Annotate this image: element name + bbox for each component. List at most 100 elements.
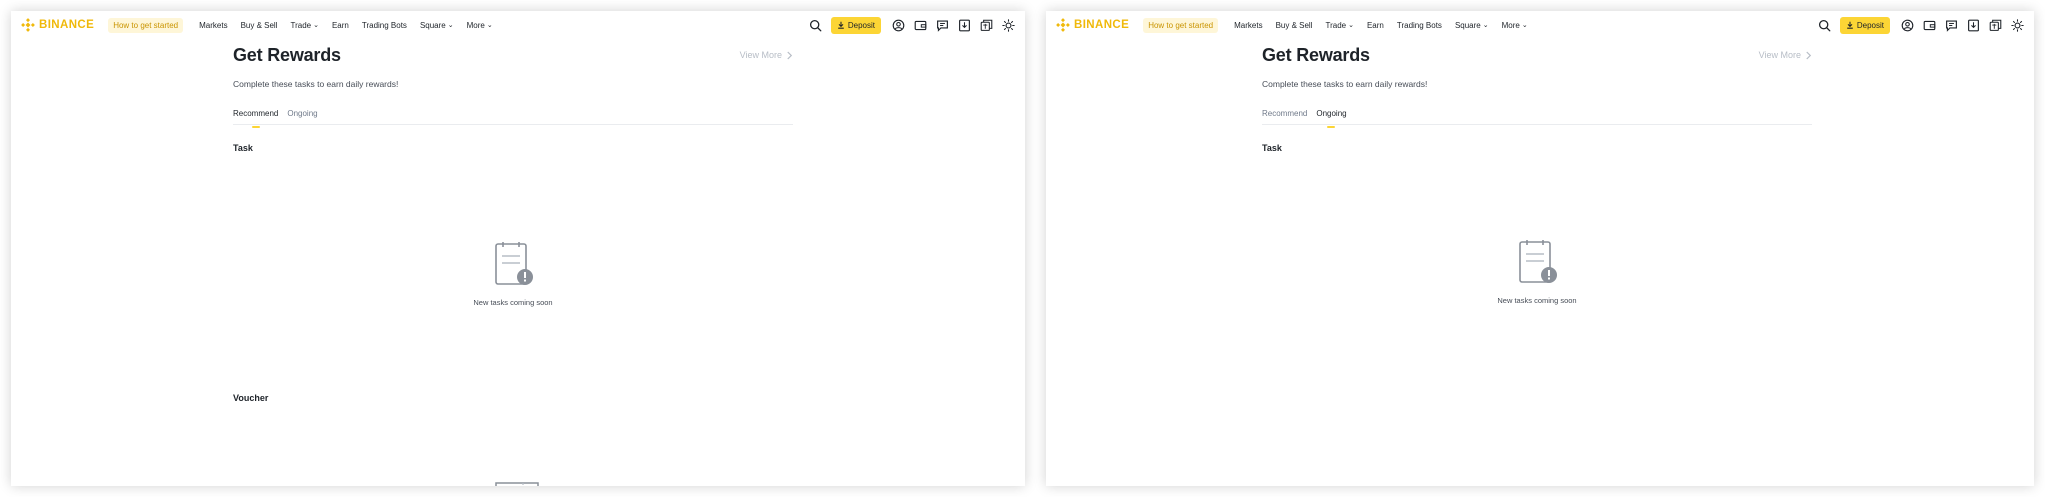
chevron-down-icon: ⌄ — [1348, 21, 1354, 29]
title-row: Get Rewards View More — [233, 39, 793, 69]
nav-label: Trading Bots — [1396, 20, 1442, 30]
nav-earn[interactable]: Earn — [1367, 21, 1384, 30]
binance-logo[interactable]: BINANCE — [1056, 18, 1129, 32]
clipboard-empty-icon — [1519, 240, 1557, 283]
page-title: Get Rewards — [1262, 45, 1370, 65]
nav-label: Trade — [290, 20, 312, 30]
page-subtitle: Complete these tasks to earn daily rewar… — [233, 79, 399, 89]
deposit-label: Deposit — [1856, 20, 1884, 30]
nav-trade[interactable]: Trade ⌄ — [290, 21, 318, 30]
chevron-right-icon — [1806, 51, 1812, 59]
nav-trade[interactable]: Trade ⌄ — [1325, 21, 1353, 30]
top-navbar: BINANCE How to get started Markets Buy &… — [11, 11, 1025, 39]
nav-label: More — [1501, 20, 1520, 30]
page-subtitle: Complete these tasks to earn daily rewar… — [1262, 79, 1428, 89]
nav-square[interactable]: Square ⌄ — [420, 21, 454, 30]
section-title-task: Task — [233, 143, 253, 153]
clipboard-empty-icon — [495, 242, 533, 285]
chevron-down-icon: ⌄ — [1482, 21, 1489, 29]
nav-label: Trading Bots — [361, 20, 407, 30]
messages-icon[interactable] — [936, 19, 949, 32]
chevron-down-icon: ⌄ — [447, 21, 454, 29]
nav-label: Buy & Sell — [240, 20, 278, 30]
user-icon[interactable] — [1901, 19, 1914, 32]
rewards-content: Get Rewards View More Complete these tas… — [1262, 39, 1812, 305]
section-title-voucher: Voucher — [233, 393, 269, 403]
how-to-get-started-link[interactable]: How to get started — [108, 17, 184, 33]
nav-earn[interactable]: Earn — [332, 21, 349, 30]
header-actions: Deposit — [809, 16, 1015, 34]
deposit-label: Deposit — [847, 20, 875, 30]
messages-icon[interactable] — [1945, 19, 1958, 32]
nav-label: Square — [1454, 20, 1481, 30]
browser-panel-ongoing: BINANCE How to get started Markets Buy &… — [1046, 11, 2034, 486]
nav-label: Buy & Sell — [1275, 20, 1313, 30]
view-more-link[interactable]: View More — [1759, 50, 1812, 60]
nav-label: Earn — [331, 20, 349, 30]
empty-tasks-text: New tasks coming soon — [1497, 296, 1577, 305]
nav-markets[interactable]: Markets — [1234, 21, 1262, 30]
deposit-arrow-icon — [838, 21, 844, 29]
main-nav: Markets Buy & Sell Trade ⌄ Earn Trading B… — [199, 21, 493, 30]
download-icon[interactable] — [958, 19, 971, 32]
nav-label: Square — [419, 20, 446, 30]
page-title: Get Rewards — [233, 45, 341, 65]
download-icon[interactable] — [1967, 19, 1980, 32]
rewards-content: Get Rewards View More Complete these tas… — [233, 39, 793, 486]
binance-logo[interactable]: BINANCE — [21, 18, 94, 32]
nav-square[interactable]: Square ⌄ — [1455, 21, 1489, 30]
view-more-label: View More — [1758, 50, 1801, 60]
tab-recommend[interactable]: Recommend — [233, 109, 278, 124]
voucher-ticket-icon — [495, 482, 539, 486]
how-to-get-started-link[interactable]: How to get started — [1143, 17, 1219, 33]
chevron-right-icon — [787, 51, 793, 59]
empty-tasks-state: New tasks coming soon — [233, 239, 793, 307]
search-icon[interactable] — [809, 19, 822, 32]
nav-label: Trade — [1325, 20, 1347, 30]
view-more-link[interactable]: View More — [740, 50, 793, 60]
view-more-label: View More — [739, 50, 782, 60]
nav-buy-sell[interactable]: Buy & Sell — [1276, 21, 1313, 30]
tab-ongoing[interactable]: Ongoing — [287, 109, 317, 124]
user-icon[interactable] — [892, 19, 905, 32]
nav-label: Earn — [1366, 20, 1384, 30]
wallet-icon[interactable] — [914, 19, 927, 32]
chevron-down-icon: ⌄ — [313, 21, 319, 29]
language-icon[interactable] — [1989, 19, 2002, 32]
rewards-tabs: Recommend Ongoing — [1262, 109, 1812, 125]
nav-more[interactable]: More ⌄ — [467, 21, 493, 30]
nav-trading-bots[interactable]: Trading Bots — [1397, 21, 1442, 30]
search-icon[interactable] — [1818, 19, 1831, 32]
language-icon[interactable] — [980, 19, 993, 32]
browser-panel-recommend: BINANCE How to get started Markets Buy &… — [11, 11, 1025, 486]
top-navbar: BINANCE How to get started Markets Buy &… — [1046, 11, 2034, 39]
nav-trading-bots[interactable]: Trading Bots — [362, 21, 407, 30]
chevron-down-icon: ⌄ — [486, 21, 493, 29]
tab-ongoing[interactable]: Ongoing — [1316, 109, 1346, 124]
nav-label: Markets — [1234, 20, 1263, 30]
nav-markets[interactable]: Markets — [199, 21, 227, 30]
deposit-button[interactable]: Deposit — [1839, 16, 1890, 34]
screenshot-canvas: BINANCE How to get started Markets Buy &… — [0, 0, 2045, 497]
main-nav: Markets Buy & Sell Trade ⌄ Earn Trading B… — [1234, 21, 1528, 30]
nav-label: Markets — [199, 20, 228, 30]
binance-logo-icon — [21, 18, 35, 32]
theme-sun-icon[interactable] — [2011, 18, 2024, 32]
theme-sun-icon[interactable] — [1002, 18, 1015, 32]
empty-tasks-text: New tasks coming soon — [473, 298, 553, 307]
nav-more[interactable]: More ⌄ — [1502, 21, 1528, 30]
nav-buy-sell[interactable]: Buy & Sell — [241, 21, 278, 30]
logo-text: BINANCE — [1074, 19, 1130, 31]
logo-text: BINANCE — [39, 19, 95, 31]
wallet-icon[interactable] — [1923, 19, 1936, 32]
deposit-button[interactable]: Deposit — [830, 16, 881, 34]
tab-recommend[interactable]: Recommend — [1262, 109, 1307, 124]
rewards-tabs: Recommend Ongoing — [233, 109, 793, 125]
section-title-task: Task — [1262, 143, 1282, 153]
nav-label: More — [466, 20, 485, 30]
binance-logo-icon — [1056, 18, 1070, 32]
chevron-down-icon: ⌄ — [1521, 21, 1528, 29]
empty-tasks-state: New tasks coming soon — [1262, 237, 1812, 305]
title-row: Get Rewards View More — [1262, 39, 1812, 69]
deposit-arrow-icon — [1847, 21, 1853, 29]
